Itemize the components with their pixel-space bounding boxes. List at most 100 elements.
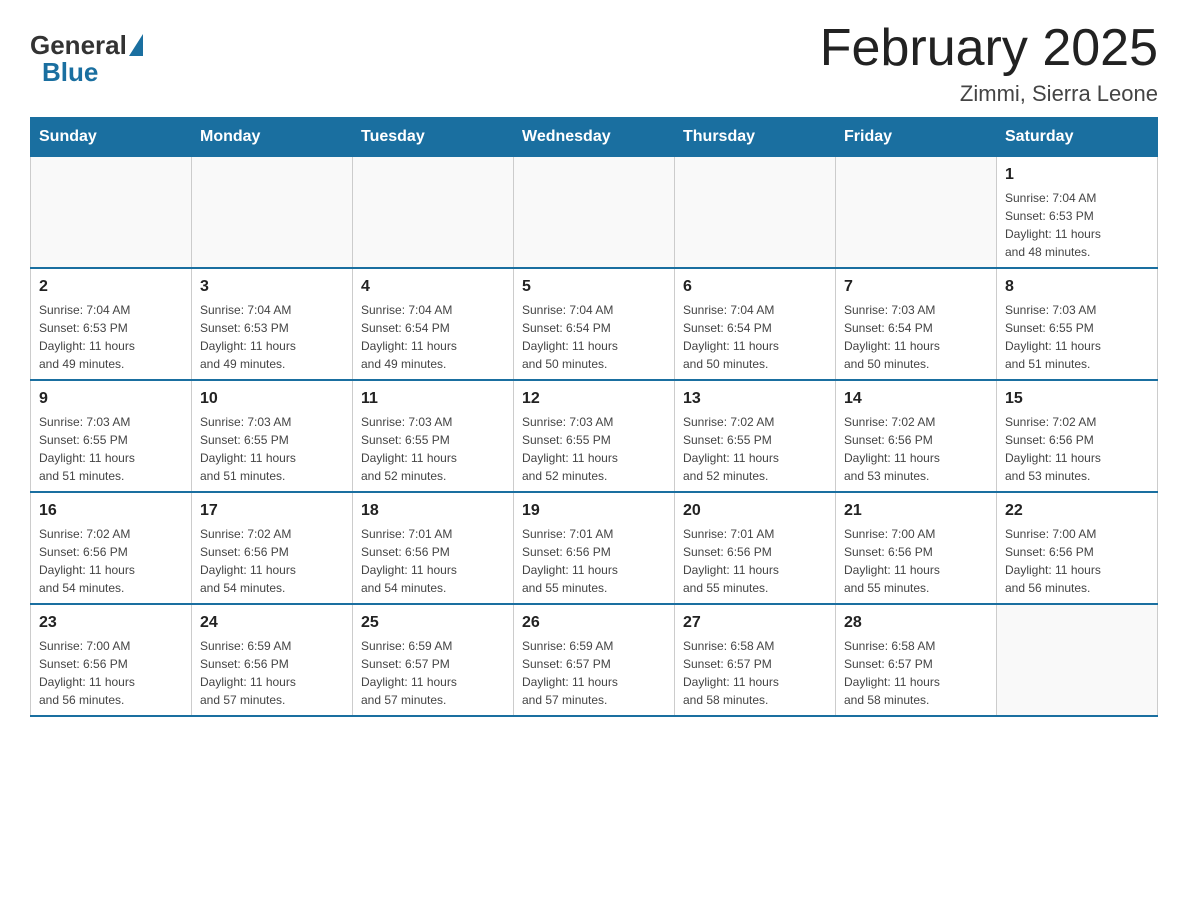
day-info: Sunrise: 7:01 AMSunset: 6:56 PMDaylight:… <box>683 525 827 597</box>
calendar-cell: 15Sunrise: 7:02 AMSunset: 6:56 PMDayligh… <box>997 380 1158 492</box>
day-info: Sunrise: 7:02 AMSunset: 6:56 PMDaylight:… <box>39 525 183 597</box>
calendar-cell <box>836 157 997 269</box>
column-header-sunday: Sunday <box>31 118 192 157</box>
day-number: 10 <box>200 387 344 411</box>
calendar-cell: 7Sunrise: 7:03 AMSunset: 6:54 PMDaylight… <box>836 268 997 380</box>
calendar-header-row: SundayMondayTuesdayWednesdayThursdayFrid… <box>31 118 1158 157</box>
column-header-tuesday: Tuesday <box>353 118 514 157</box>
calendar-cell: 12Sunrise: 7:03 AMSunset: 6:55 PMDayligh… <box>514 380 675 492</box>
day-info: Sunrise: 7:00 AMSunset: 6:56 PMDaylight:… <box>39 637 183 709</box>
day-number: 14 <box>844 387 988 411</box>
day-info: Sunrise: 7:03 AMSunset: 6:55 PMDaylight:… <box>522 413 666 485</box>
calendar-cell: 10Sunrise: 7:03 AMSunset: 6:55 PMDayligh… <box>192 380 353 492</box>
day-info: Sunrise: 7:00 AMSunset: 6:56 PMDaylight:… <box>844 525 988 597</box>
day-number: 8 <box>1005 275 1149 299</box>
day-number: 27 <box>683 611 827 635</box>
day-number: 16 <box>39 499 183 523</box>
calendar-week-row: 1Sunrise: 7:04 AMSunset: 6:53 PMDaylight… <box>31 157 1158 269</box>
day-number: 11 <box>361 387 505 411</box>
calendar-cell <box>675 157 836 269</box>
day-number: 24 <box>200 611 344 635</box>
day-info: Sunrise: 7:04 AMSunset: 6:53 PMDaylight:… <box>39 301 183 373</box>
day-info: Sunrise: 7:03 AMSunset: 6:55 PMDaylight:… <box>39 413 183 485</box>
calendar-cell: 18Sunrise: 7:01 AMSunset: 6:56 PMDayligh… <box>353 492 514 604</box>
day-number: 22 <box>1005 499 1149 523</box>
column-header-wednesday: Wednesday <box>514 118 675 157</box>
day-info: Sunrise: 7:01 AMSunset: 6:56 PMDaylight:… <box>522 525 666 597</box>
day-info: Sunrise: 7:00 AMSunset: 6:56 PMDaylight:… <box>1005 525 1149 597</box>
day-info: Sunrise: 7:04 AMSunset: 6:53 PMDaylight:… <box>200 301 344 373</box>
column-header-friday: Friday <box>836 118 997 157</box>
calendar-cell: 19Sunrise: 7:01 AMSunset: 6:56 PMDayligh… <box>514 492 675 604</box>
calendar-cell: 9Sunrise: 7:03 AMSunset: 6:55 PMDaylight… <box>31 380 192 492</box>
title-section: February 2025 Zimmi, Sierra Leone <box>820 20 1158 107</box>
logo: General Blue <box>30 30 143 88</box>
day-number: 15 <box>1005 387 1149 411</box>
column-header-thursday: Thursday <box>675 118 836 157</box>
day-info: Sunrise: 7:04 AMSunset: 6:54 PMDaylight:… <box>522 301 666 373</box>
page-subtitle: Zimmi, Sierra Leone <box>820 81 1158 107</box>
calendar-body: 1 Sunrise: 7:04 AMSunset: 6:53 PMDaylight… <box>31 157 1158 717</box>
calendar-week-row: 2Sunrise: 7:04 AMSunset: 6:53 PMDaylight… <box>31 268 1158 380</box>
calendar-cell: 13Sunrise: 7:02 AMSunset: 6:55 PMDayligh… <box>675 380 836 492</box>
calendar-cell: 5Sunrise: 7:04 AMSunset: 6:54 PMDaylight… <box>514 268 675 380</box>
day-number: 20 <box>683 499 827 523</box>
day-number: 9 <box>39 387 183 411</box>
calendar-week-row: 23Sunrise: 7:00 AMSunset: 6:56 PMDayligh… <box>31 604 1158 716</box>
calendar-week-row: 16Sunrise: 7:02 AMSunset: 6:56 PMDayligh… <box>31 492 1158 604</box>
calendar-cell: 21Sunrise: 7:00 AMSunset: 6:56 PMDayligh… <box>836 492 997 604</box>
day-info: Sunrise: 7:03 AMSunset: 6:55 PMDaylight:… <box>200 413 344 485</box>
day-number: 3 <box>200 275 344 299</box>
logo-triangle-icon <box>129 34 143 56</box>
day-info: Sunrise: 7:01 AMSunset: 6:56 PMDaylight:… <box>361 525 505 597</box>
calendar-cell: 25Sunrise: 6:59 AMSunset: 6:57 PMDayligh… <box>353 604 514 716</box>
calendar-week-row: 9Sunrise: 7:03 AMSunset: 6:55 PMDaylight… <box>31 380 1158 492</box>
day-number: 7 <box>844 275 988 299</box>
day-number: 21 <box>844 499 988 523</box>
column-header-monday: Monday <box>192 118 353 157</box>
day-number: 1 <box>1005 163 1149 187</box>
calendar-cell: 11Sunrise: 7:03 AMSunset: 6:55 PMDayligh… <box>353 380 514 492</box>
day-info: Sunrise: 6:58 AMSunset: 6:57 PMDaylight:… <box>683 637 827 709</box>
calendar-cell: 20Sunrise: 7:01 AMSunset: 6:56 PMDayligh… <box>675 492 836 604</box>
day-number: 19 <box>522 499 666 523</box>
calendar-cell: 26Sunrise: 6:59 AMSunset: 6:57 PMDayligh… <box>514 604 675 716</box>
calendar-cell <box>514 157 675 269</box>
day-number: 18 <box>361 499 505 523</box>
calendar-cell: 14Sunrise: 7:02 AMSunset: 6:56 PMDayligh… <box>836 380 997 492</box>
day-info: Sunrise: 7:04 AMSunset: 6:54 PMDaylight:… <box>683 301 827 373</box>
calendar-cell: 1Sunrise: 7:04 AMSunset: 6:53 PMDaylight… <box>997 157 1158 269</box>
calendar-cell: 2Sunrise: 7:04 AMSunset: 6:53 PMDaylight… <box>31 268 192 380</box>
calendar-cell: 8Sunrise: 7:03 AMSunset: 6:55 PMDaylight… <box>997 268 1158 380</box>
day-info: Sunrise: 7:02 AMSunset: 6:56 PMDaylight:… <box>200 525 344 597</box>
calendar-cell: 28Sunrise: 6:58 AMSunset: 6:57 PMDayligh… <box>836 604 997 716</box>
day-info: Sunrise: 7:03 AMSunset: 6:55 PMDaylight:… <box>1005 301 1149 373</box>
day-info: Sunrise: 7:02 AMSunset: 6:56 PMDaylight:… <box>1005 413 1149 485</box>
calendar-cell: 23Sunrise: 7:00 AMSunset: 6:56 PMDayligh… <box>31 604 192 716</box>
day-number: 2 <box>39 275 183 299</box>
day-info: Sunrise: 6:59 AMSunset: 6:56 PMDaylight:… <box>200 637 344 709</box>
day-number: 6 <box>683 275 827 299</box>
day-info: Sunrise: 7:03 AMSunset: 6:55 PMDaylight:… <box>361 413 505 485</box>
calendar-cell <box>997 604 1158 716</box>
calendar-cell: 24Sunrise: 6:59 AMSunset: 6:56 PMDayligh… <box>192 604 353 716</box>
calendar-cell <box>353 157 514 269</box>
day-number: 25 <box>361 611 505 635</box>
day-number: 4 <box>361 275 505 299</box>
calendar-table: SundayMondayTuesdayWednesdayThursdayFrid… <box>30 117 1158 717</box>
calendar-cell: 6Sunrise: 7:04 AMSunset: 6:54 PMDaylight… <box>675 268 836 380</box>
calendar-cell: 4Sunrise: 7:04 AMSunset: 6:54 PMDaylight… <box>353 268 514 380</box>
page-title: February 2025 <box>820 20 1158 77</box>
day-info: Sunrise: 6:59 AMSunset: 6:57 PMDaylight:… <box>522 637 666 709</box>
day-number: 5 <box>522 275 666 299</box>
day-number: 17 <box>200 499 344 523</box>
page-header: General Blue February 2025 Zimmi, Sierra… <box>30 20 1158 107</box>
calendar-cell: 3Sunrise: 7:04 AMSunset: 6:53 PMDaylight… <box>192 268 353 380</box>
logo-blue-text: Blue <box>42 57 98 88</box>
calendar-cell: 27Sunrise: 6:58 AMSunset: 6:57 PMDayligh… <box>675 604 836 716</box>
day-number: 13 <box>683 387 827 411</box>
day-info: Sunrise: 6:58 AMSunset: 6:57 PMDaylight:… <box>844 637 988 709</box>
day-info: Sunrise: 7:03 AMSunset: 6:54 PMDaylight:… <box>844 301 988 373</box>
calendar-cell <box>192 157 353 269</box>
day-number: 26 <box>522 611 666 635</box>
